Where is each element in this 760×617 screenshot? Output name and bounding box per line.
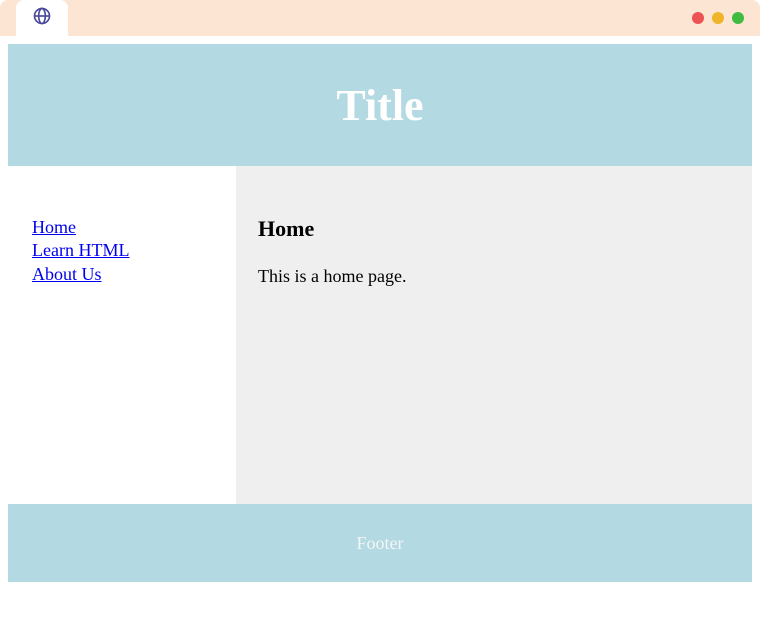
close-window-button[interactable] <box>692 12 704 24</box>
sidebar-nav: Home Learn HTML About Us <box>8 166 236 504</box>
browser-chrome <box>0 0 760 36</box>
maximize-window-button[interactable] <box>732 12 744 24</box>
browser-tab[interactable] <box>16 0 68 36</box>
nav-link-learn-html[interactable]: Learn HTML <box>32 239 236 262</box>
page-header: Title <box>8 44 752 166</box>
nav-link-home[interactable]: Home <box>32 216 236 239</box>
content-area: Home This is a home page. <box>236 166 752 504</box>
nav-link-about-us[interactable]: About Us <box>32 263 236 286</box>
window-controls <box>692 12 744 24</box>
page-title: Title <box>336 80 423 131</box>
minimize-window-button[interactable] <box>712 12 724 24</box>
footer-text: Footer <box>357 533 404 554</box>
globe-icon <box>32 6 52 31</box>
content-body: This is a home page. <box>258 266 752 287</box>
main-area: Home Learn HTML About Us Home This is a … <box>8 166 752 504</box>
page-footer: Footer <box>8 504 752 582</box>
content-heading: Home <box>258 216 752 242</box>
page-wrap: Title Home Learn HTML About Us Home This… <box>0 36 760 590</box>
